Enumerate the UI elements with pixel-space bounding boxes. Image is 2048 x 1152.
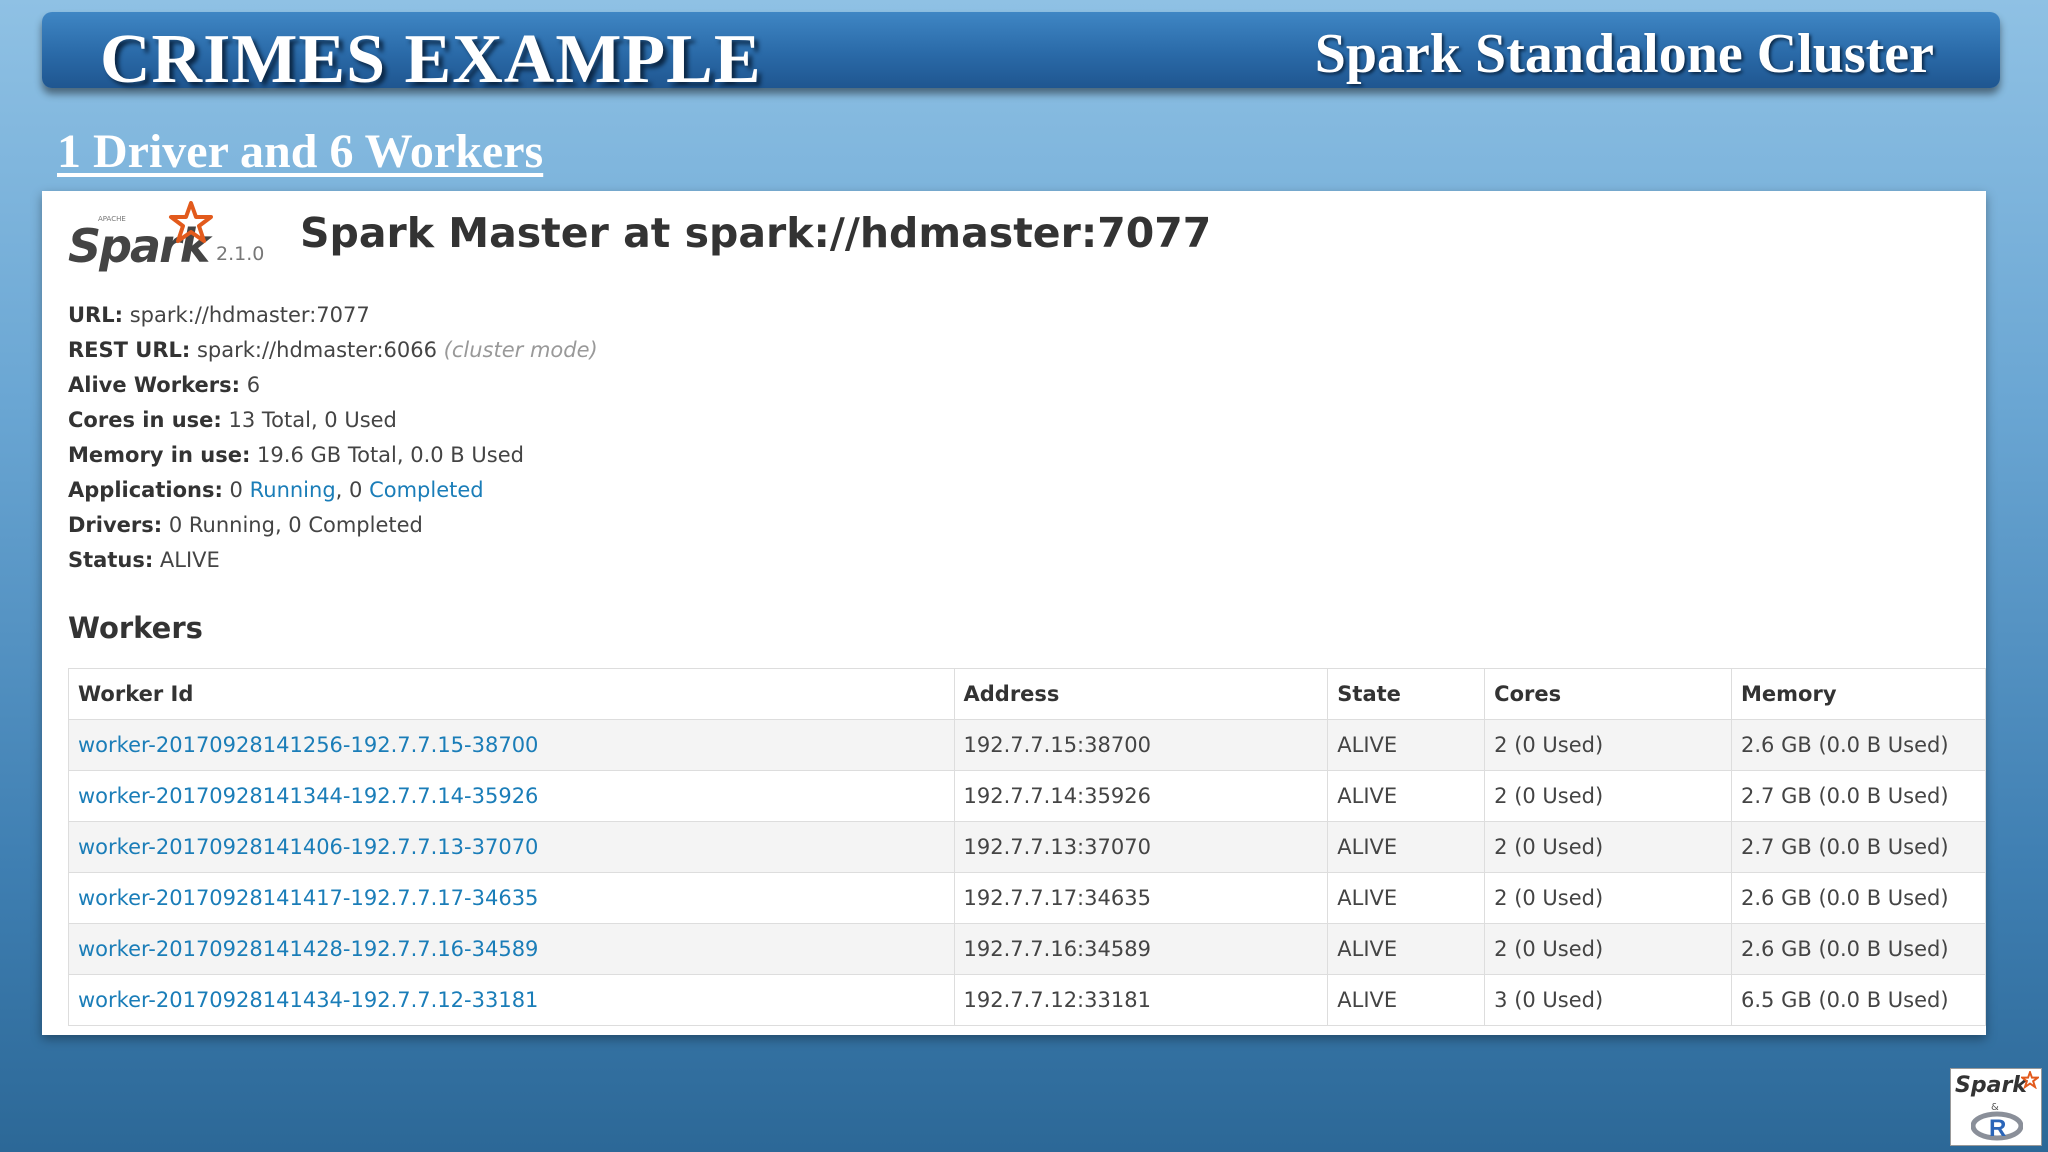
worker-memory: 6.5 GB (0.0 B Used) <box>1731 974 1986 1026</box>
worker-state: ALIVE <box>1327 821 1486 873</box>
worker-state: ALIVE <box>1327 923 1486 975</box>
col-header-cores[interactable]: Cores <box>1484 668 1733 720</box>
info-cores: Cores in use: 13 Total, 0 Used <box>68 408 397 432</box>
info-alive-workers: Alive Workers: 6 <box>68 373 261 397</box>
table-row: worker-20170928141406-192.7.7.13-37070 1… <box>68 821 1986 873</box>
completed-apps-link[interactable]: Completed <box>369 478 484 502</box>
col-header-memory[interactable]: Memory <box>1731 668 1986 720</box>
worker-address: 192.7.7.12:33181 <box>953 974 1329 1026</box>
worker-id-link[interactable]: worker-20170928141344-192.7.7.14-35926 <box>78 784 538 808</box>
worker-cores: 3 (0 Used) <box>1484 974 1733 1026</box>
worker-state: ALIVE <box>1327 719 1486 771</box>
info-url: URL: spark://hdmaster:7077 <box>68 303 370 327</box>
spark-master-screenshot: APACHE Spark 2.1.0 Spark Master at spark… <box>42 191 1986 1035</box>
master-info-list: URL: spark://hdmaster:7077 REST URL: spa… <box>68 298 598 578</box>
info-drivers: Drivers: 0 Running, 0 Completed <box>68 513 423 537</box>
info-memory: Memory in use: 19.6 GB Total, 0.0 B Used <box>68 443 524 467</box>
worker-address: 192.7.7.13:37070 <box>953 821 1329 873</box>
corner-star-icon <box>2021 1071 2039 1089</box>
info-rest-url: REST URL: spark://hdmaster:6066 (cluster… <box>68 338 598 362</box>
worker-cores: 2 (0 Used) <box>1484 821 1733 873</box>
table-header-row: Worker Id Address State Cores Memory <box>68 668 1986 720</box>
worker-id-link[interactable]: worker-20170928141428-192.7.7.16-34589 <box>78 937 538 961</box>
worker-state: ALIVE <box>1327 872 1486 924</box>
worker-address: 192.7.7.14:35926 <box>953 770 1329 822</box>
worker-memory: 2.6 GB (0.0 B Used) <box>1731 719 1986 771</box>
worker-cores: 2 (0 Used) <box>1484 923 1733 975</box>
svg-text:R: R <box>1989 1115 2006 1141</box>
worker-memory: 2.7 GB (0.0 B Used) <box>1731 821 1986 873</box>
worker-id-link[interactable]: worker-20170928141406-192.7.7.13-37070 <box>78 835 538 859</box>
corner-spark-text: Spark <box>1955 1073 2027 1098</box>
worker-id-link[interactable]: worker-20170928141256-192.7.7.15-38700 <box>78 733 538 757</box>
spark-star-icon <box>169 201 213 243</box>
worker-address: 192.7.7.16:34589 <box>953 923 1329 975</box>
info-applications: Applications: 0 Running, 0 Completed <box>68 478 484 502</box>
worker-state: ALIVE <box>1327 770 1486 822</box>
table-row: worker-20170928141256-192.7.7.15-38700 1… <box>68 719 1986 771</box>
table-row: worker-20170928141428-192.7.7.16-34589 1… <box>68 923 1986 975</box>
spark-logo[interactable]: APACHE Spark <box>68 201 238 281</box>
table-row: worker-20170928141417-192.7.7.17-34635 1… <box>68 872 1986 924</box>
slide-subtitle: Spark Standalone Cluster <box>1314 23 1934 85</box>
worker-memory: 2.7 GB (0.0 B Used) <box>1731 770 1986 822</box>
col-header-worker-id[interactable]: Worker Id <box>68 668 955 720</box>
worker-id-link[interactable]: worker-20170928141417-192.7.7.17-34635 <box>78 886 538 910</box>
worker-memory: 2.6 GB (0.0 B Used) <box>1731 872 1986 924</box>
worker-address: 192.7.7.17:34635 <box>953 872 1329 924</box>
section-heading: 1 Driver and 6 Workers <box>57 125 544 178</box>
title-bar: CRIMES EXAMPLE Spark Standalone Cluster <box>42 12 2000 98</box>
worker-state: ALIVE <box>1327 974 1486 1026</box>
worker-cores: 2 (0 Used) <box>1484 719 1733 771</box>
worker-cores: 2 (0 Used) <box>1484 770 1733 822</box>
r-logo-icon: R <box>1971 1111 2023 1141</box>
table-row: worker-20170928141434-192.7.7.12-33181 1… <box>68 974 1986 1026</box>
page-title: Spark Master at spark://hdmaster:7077 <box>300 209 1212 257</box>
col-header-state[interactable]: State <box>1327 668 1486 720</box>
worker-cores: 2 (0 Used) <box>1484 872 1733 924</box>
worker-id-link[interactable]: worker-20170928141434-192.7.7.12-33181 <box>78 988 538 1012</box>
worker-address: 192.7.7.15:38700 <box>953 719 1329 771</box>
info-status: Status: ALIVE <box>68 548 220 572</box>
running-apps-link[interactable]: Running <box>250 478 336 502</box>
table-row: worker-20170928141344-192.7.7.14-35926 1… <box>68 770 1986 822</box>
workers-heading: Workers <box>68 611 203 645</box>
worker-memory: 2.6 GB (0.0 B Used) <box>1731 923 1986 975</box>
spark-and-r-logo: Spark & R <box>1950 1068 2042 1146</box>
col-header-address[interactable]: Address <box>953 668 1329 720</box>
slide-title: CRIMES EXAMPLE <box>100 21 762 98</box>
spark-version: 2.1.0 <box>216 243 265 265</box>
workers-table: Worker Id Address State Cores Memory wor… <box>68 668 1986 1026</box>
